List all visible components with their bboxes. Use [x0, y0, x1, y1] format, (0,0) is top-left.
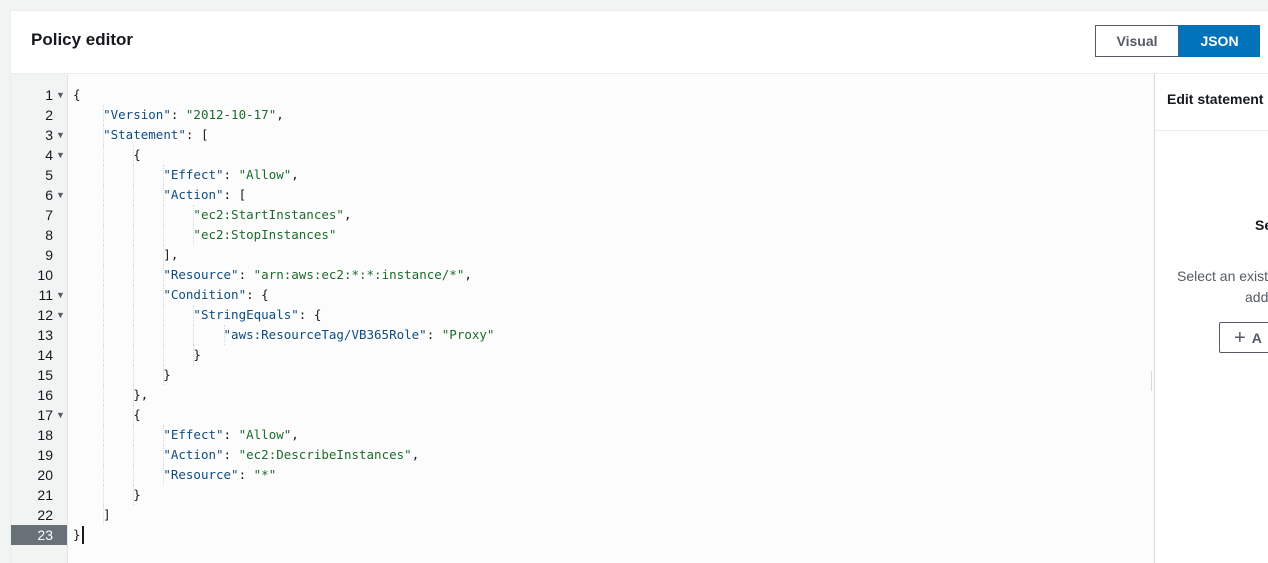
- line-number: 7: [45, 207, 53, 223]
- edit-statement-header: Edit statement: [1155, 74, 1268, 131]
- code-line: }: [73, 527, 81, 542]
- line-number: 20: [37, 467, 53, 483]
- line-number: 15: [37, 367, 53, 383]
- fold-toggle-icon[interactable]: ▼: [56, 305, 65, 325]
- line-number: 3 ▼: [45, 125, 65, 145]
- plus-icon: +: [1234, 326, 1246, 349]
- line-number: 16: [37, 387, 53, 403]
- line-number: 5: [45, 167, 53, 183]
- add-button-label: A: [1251, 329, 1262, 346]
- line-number: 23: [11, 525, 67, 545]
- line-number-gutter: 1 ▼ 2 3 ▼ 4 ▼ 5 6 ▼ 7 8 9 10 11 ▼ 12 ▼ 13 14 15 16 17 ▼ 18 19 20 21…: [11, 74, 68, 563]
- line-number: 13: [37, 327, 53, 343]
- fold-toggle-icon[interactable]: ▼: [56, 405, 65, 425]
- code-line: "Action": "ec2:DescribeInstances",: [163, 447, 420, 462]
- code-line: "aws:ResourceTag/VB365Role": "Proxy": [223, 327, 495, 342]
- code-line: {: [73, 87, 81, 102]
- policy-editor-panel: Policy editor Visual JSON 1 ▼ 2 3 ▼ 4 ▼ 5 6 ▼ 7 8 9 1…: [10, 10, 1268, 563]
- code-area[interactable]: { "Version": "2012-10-17", "Statement": …: [73, 74, 1143, 563]
- code-line: },: [73, 387, 149, 402]
- code-line: "Resource": "arn:aws:ec2:*:*:instance/*"…: [163, 267, 472, 282]
- line-number: 17 ▼: [37, 405, 65, 425]
- line-number: 4 ▼: [45, 145, 65, 165]
- fold-toggle-icon[interactable]: ▼: [56, 125, 65, 145]
- line-number: 18: [37, 427, 53, 443]
- code-line: {: [73, 147, 141, 162]
- code-line: "Effect": "Allow",: [163, 167, 299, 182]
- editor-mode-toggle: Visual JSON: [1095, 25, 1260, 57]
- code-line: }: [73, 347, 201, 362]
- line-number: 6 ▼: [45, 185, 65, 205]
- code-line: }: [73, 367, 171, 382]
- edit-statement-title: Edit statement: [1167, 91, 1264, 107]
- code-line: }: [73, 487, 141, 502]
- code-line: "Statement": [: [103, 127, 209, 142]
- line-number: 9: [45, 247, 53, 263]
- code-line: ],: [73, 247, 179, 262]
- line-number: 1 ▼: [45, 85, 65, 105]
- select-statement-heading: Se: [1255, 217, 1268, 233]
- code-line: "Resource": "*": [163, 467, 277, 482]
- edit-statement-panel: Edit statement Se Select an existi add +…: [1155, 74, 1268, 563]
- select-statement-description-cont: add: [1245, 289, 1268, 305]
- line-number: 10: [37, 267, 53, 283]
- line-number: 21: [37, 487, 53, 503]
- line-number: 2: [45, 107, 53, 123]
- line-number: 22: [37, 507, 53, 523]
- line-number: 8: [45, 227, 53, 243]
- line-number: 14: [37, 347, 53, 363]
- text-cursor: [82, 526, 84, 544]
- visual-tab-button[interactable]: Visual: [1095, 25, 1179, 57]
- code-line: "ec2:StopInstances": [193, 227, 337, 242]
- code-line: {: [73, 407, 141, 422]
- policy-editor-header: Policy editor Visual JSON: [11, 11, 1268, 74]
- line-number: 11 ▼: [38, 285, 65, 305]
- line-number: 19: [37, 447, 53, 463]
- code-line: ]: [73, 507, 111, 522]
- fold-toggle-icon[interactable]: ▼: [56, 285, 65, 305]
- code-line: "StringEquals": {: [193, 307, 322, 322]
- json-tab-button[interactable]: JSON: [1179, 25, 1260, 57]
- json-code-editor[interactable]: 1 ▼ 2 3 ▼ 4 ▼ 5 6 ▼ 7 8 9 10 11 ▼ 12 ▼ 13 14 15 16 17 ▼ 18 19 20 21…: [11, 74, 1154, 563]
- code-line: "Effect": "Allow",: [163, 427, 299, 442]
- fold-toggle-icon[interactable]: ▼: [56, 85, 65, 105]
- code-line: "ec2:StartInstances",: [193, 207, 352, 222]
- code-line: "Action": [: [163, 187, 247, 202]
- fold-toggle-icon[interactable]: ▼: [56, 145, 65, 165]
- line-number: 12 ▼: [37, 305, 65, 325]
- code-line: "Condition": {: [163, 287, 269, 302]
- add-new-statement-button[interactable]: + A: [1219, 322, 1268, 353]
- fold-toggle-icon[interactable]: ▼: [56, 185, 65, 205]
- select-statement-description: Select an existi: [1177, 268, 1268, 284]
- code-line: "Version": "2012-10-17",: [103, 107, 284, 122]
- page-title: Policy editor: [31, 30, 134, 49]
